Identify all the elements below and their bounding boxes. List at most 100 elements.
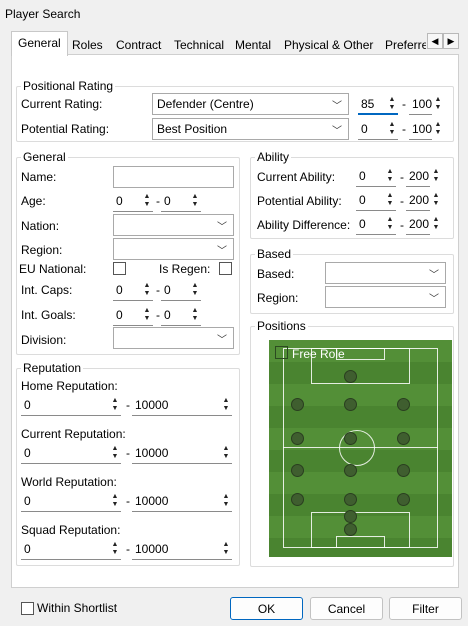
stepper-arrows-icon[interactable]: ▲ ▼ — [189, 282, 201, 299]
stepper-arrows-icon[interactable]: ▲ ▼ — [432, 96, 444, 113]
based-region-select[interactable]: ﹀ — [325, 286, 446, 308]
ok-button[interactable]: OK — [230, 597, 303, 620]
current-rating-max-stepper[interactable]: 100 ▲ ▼ — [409, 94, 441, 115]
eu-national-checkbox[interactable] — [113, 262, 126, 275]
stepper-arrows-icon[interactable]: ▲ ▼ — [432, 121, 444, 138]
tab-scroll-left-icon[interactable]: ◀ — [427, 33, 443, 49]
position-slot-amc[interactable] — [344, 398, 357, 411]
stepper-arrows-icon[interactable]: ▲ ▼ — [384, 168, 396, 185]
stepper-arrows-icon[interactable]: ▲ ▼ — [430, 168, 442, 185]
stepper-arrows-icon[interactable]: ▲ ▼ — [109, 541, 121, 558]
region-select[interactable]: ﹀ — [113, 238, 234, 260]
position-slot-amr[interactable] — [397, 398, 410, 411]
position-slot-dr[interactable] — [397, 493, 410, 506]
int-goals-min-stepper[interactable]: 0 ▲ ▼ — [113, 305, 153, 326]
stepper-arrows-icon[interactable]: ▲ ▼ — [384, 192, 396, 209]
tab-technical[interactable]: Technical — [167, 33, 231, 55]
stepper-arrows-icon[interactable]: ▲ ▼ — [109, 397, 121, 414]
position-slot-dm[interactable] — [344, 464, 357, 477]
chevron-down-icon: ﹀ — [217, 222, 227, 233]
position-slot-wbl[interactable] — [291, 464, 304, 477]
age-min-stepper[interactable]: 0 ▲ ▼ — [113, 191, 153, 212]
current-rating-select[interactable]: Defender (Centre) ﹀ — [152, 93, 349, 115]
int-goals-max-stepper[interactable]: 0 ▲ ▼ — [161, 305, 201, 326]
stepper-arrows-icon[interactable]: ▲ ▼ — [189, 307, 201, 324]
stepper-arrows-icon[interactable]: ▲ ▼ — [430, 192, 442, 209]
world-reputation-min-stepper[interactable]: 0 ▲ ▼ — [21, 491, 121, 512]
cancel-button[interactable]: Cancel — [310, 597, 383, 620]
stepper-arrows-icon[interactable]: ▲ ▼ — [220, 445, 232, 462]
int-goals-label: Int. Goals: — [21, 308, 76, 322]
based-region-label: Region: — [257, 291, 299, 305]
stepper-arrows-icon[interactable]: ▲ ▼ — [386, 96, 398, 113]
region-label: Region: — [21, 243, 63, 257]
ability-difference-max-stepper[interactable]: 200 ▲ ▼ — [406, 214, 439, 235]
potential-rating-min-stepper[interactable]: 0 ▲ ▼ — [358, 119, 398, 140]
stepper-arrows-icon[interactable]: ▲ ▼ — [386, 121, 398, 138]
squad-reputation-min-stepper[interactable]: 0 ▲ ▼ — [21, 539, 121, 560]
range-dash: - — [156, 283, 160, 297]
stepper-arrows-icon[interactable]: ▲ ▼ — [430, 216, 442, 233]
based-select[interactable]: ﹀ — [325, 262, 446, 284]
squad-reputation-min-value: 0 — [24, 542, 31, 556]
ability-difference-min-stepper[interactable]: 0 ▲ ▼ — [356, 214, 396, 235]
stepper-arrows-icon[interactable]: ▲ ▼ — [220, 541, 232, 558]
potential-ability-max-stepper[interactable]: 200 ▲ ▼ — [406, 190, 439, 211]
tab-preferred[interactable]: Preferre — [378, 33, 427, 55]
free-role-checkbox[interactable] — [275, 346, 288, 359]
within-shortlist-checkbox[interactable] — [21, 602, 34, 615]
stepper-arrows-icon[interactable]: ▲ ▼ — [109, 493, 121, 510]
filter-button[interactable]: Filter — [389, 597, 462, 620]
tab-scroll-right-icon[interactable]: ▶ — [443, 33, 459, 49]
tab-contract[interactable]: Contract — [109, 33, 168, 55]
range-dash: - — [400, 170, 404, 184]
stepper-arrows-icon[interactable]: ▲ ▼ — [141, 282, 153, 299]
tab-roles[interactable]: Roles — [65, 33, 110, 55]
tab-mental[interactable]: Mental — [228, 33, 278, 55]
current-ability-max-stepper[interactable]: 200 ▲ ▼ — [406, 166, 439, 187]
home-reputation-max-stepper[interactable]: 10000 ▲ ▼ — [132, 395, 232, 416]
potential-rating-max-stepper[interactable]: 100 ▲ ▼ — [409, 119, 441, 140]
potential-ability-min-stepper[interactable]: 0 ▲ ▼ — [356, 190, 396, 211]
is-regen-checkbox[interactable] — [219, 262, 232, 275]
position-slot-aml[interactable] — [291, 398, 304, 411]
home-reputation-min-stepper[interactable]: 0 ▲ ▼ — [21, 395, 121, 416]
world-reputation-max-stepper[interactable]: 10000 ▲ ▼ — [132, 491, 232, 512]
nation-label: Nation: — [21, 219, 60, 233]
potential-ability-min-value: 0 — [359, 193, 366, 207]
stepper-arrows-icon[interactable]: ▲ ▼ — [141, 193, 153, 210]
position-slot-mr[interactable] — [397, 432, 410, 445]
position-slot-ml[interactable] — [291, 432, 304, 445]
current-reputation-min-stepper[interactable]: 0 ▲ ▼ — [21, 443, 121, 464]
age-max-stepper[interactable]: 0 ▲ ▼ — [161, 191, 201, 212]
position-slot-mc[interactable] — [344, 432, 357, 445]
position-slot-dl[interactable] — [291, 493, 304, 506]
position-slot-st[interactable] — [344, 370, 357, 383]
tab-physical-other[interactable]: Physical & Other — [277, 33, 380, 55]
stepper-arrows-icon[interactable]: ▲ ▼ — [189, 193, 201, 210]
current-rating-min-value: 85 — [361, 97, 375, 111]
stepper-arrows-icon[interactable]: ▲ ▼ — [141, 307, 153, 324]
int-caps-max-stepper[interactable]: 0 ▲ ▼ — [161, 280, 201, 301]
world-reputation-label: World Reputation: — [21, 475, 117, 489]
position-slot-dc[interactable] — [344, 493, 357, 506]
range-dash: - — [402, 122, 406, 136]
stepper-arrows-icon[interactable]: ▲ ▼ — [220, 493, 232, 510]
position-slot-gk[interactable] — [344, 523, 357, 536]
position-slot-sw[interactable] — [344, 510, 357, 523]
stepper-arrows-icon[interactable]: ▲ ▼ — [220, 397, 232, 414]
stepper-arrows-icon[interactable]: ▲ ▼ — [109, 445, 121, 462]
current-reputation-max-stepper[interactable]: 10000 ▲ ▼ — [132, 443, 232, 464]
int-caps-min-stepper[interactable]: 0 ▲ ▼ — [113, 280, 153, 301]
stepper-arrows-icon[interactable]: ▲ ▼ — [384, 216, 396, 233]
name-input[interactable] — [113, 166, 234, 188]
potential-rating-select[interactable]: Best Position ﹀ — [152, 118, 349, 140]
division-select[interactable]: ﹀ — [113, 327, 234, 349]
current-rating-min-stepper[interactable]: 85 ▲ ▼ — [358, 94, 398, 115]
position-slot-wbr[interactable] — [397, 464, 410, 477]
tab-general[interactable]: General — [11, 31, 68, 56]
nation-select[interactable]: ﹀ — [113, 214, 234, 236]
squad-reputation-max-stepper[interactable]: 10000 ▲ ▼ — [132, 539, 232, 560]
eu-national-label: EU National: — [19, 262, 87, 276]
current-ability-min-stepper[interactable]: 0 ▲ ▼ — [356, 166, 396, 187]
